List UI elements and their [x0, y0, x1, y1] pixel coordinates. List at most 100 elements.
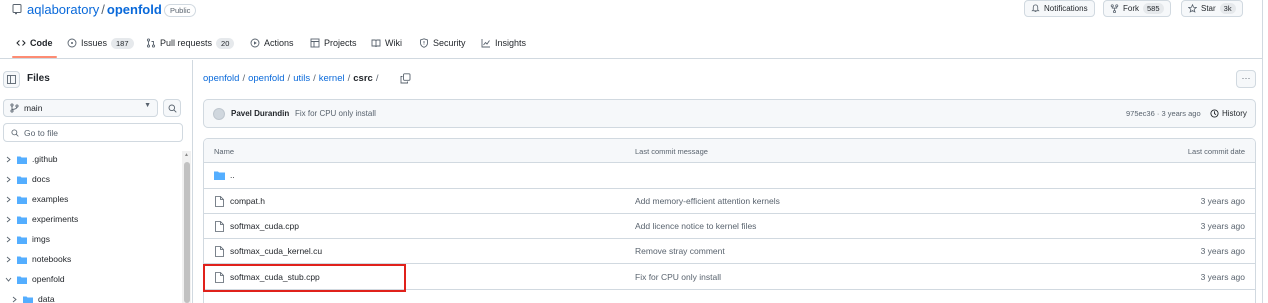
tab-pull-requests[interactable]: Pull requests 20: [146, 34, 235, 52]
tab-actions-label: Actions: [264, 38, 294, 48]
tab-projects[interactable]: Projects: [310, 34, 357, 52]
star-button[interactable]: Star 3k: [1181, 0, 1243, 17]
folder-icon: [23, 296, 33, 303]
tree-item-label: docs: [32, 174, 50, 184]
chevron-right-icon: [12, 296, 17, 303]
breadcrumb-link-repo[interactable]: openfold: [203, 73, 239, 84]
breadcrumb-link-utils[interactable]: utils: [293, 73, 310, 84]
search-files-button[interactable]: [163, 99, 181, 117]
avatar[interactable]: [213, 108, 225, 120]
breadcrumb-link-kernel[interactable]: kernel: [319, 73, 345, 84]
tree-item-label: openfold: [32, 274, 65, 284]
file-commit-message[interactable]: Remove stray comment: [635, 246, 725, 256]
tree-item-label: data: [38, 294, 55, 303]
copy-path-icon[interactable]: [400, 73, 411, 84]
tree-item-imgs[interactable]: imgs: [0, 231, 180, 251]
chevron-down-icon: [5, 277, 12, 282]
file-name-link[interactable]: softmax_cuda_kernel.cu: [230, 246, 322, 256]
file-icon: [215, 196, 224, 207]
caret-down-icon: ▼: [144, 102, 151, 109]
table-row[interactable]: compat.h Add memory-efficient attention …: [204, 189, 1255, 214]
commit-hash-time[interactable]: 975ec36 · 3 years ago: [1126, 109, 1201, 118]
breadcrumb-link-openfold[interactable]: openfold: [248, 73, 284, 84]
folder-icon: [17, 196, 27, 204]
tab-issues[interactable]: Issues 187: [67, 34, 134, 52]
branch-name: main: [24, 103, 43, 113]
repo-header: aqlaboratory / openfold Public Notificatio…: [0, 0, 1268, 24]
scroll-up-arrow-icon[interactable]: ▲: [184, 152, 189, 158]
highlight-box: [203, 264, 406, 292]
tab-issues-label: Issues: [81, 38, 108, 48]
history-button[interactable]: History: [1210, 109, 1247, 118]
notifications-button[interactable]: Notifications: [1024, 0, 1095, 17]
table-row[interactable]: softmax_cuda.cpp Add licence notice to k…: [204, 214, 1255, 239]
tab-issues-count: 187: [111, 37, 134, 49]
file-name-link[interactable]: compat.h: [230, 196, 265, 206]
tree-item-experiments[interactable]: experiments: [0, 211, 180, 231]
book-icon: [371, 39, 381, 48]
visibility-badge: Public: [164, 4, 197, 17]
active-tab-indicator: [12, 56, 57, 58]
pull-request-icon: [146, 38, 156, 48]
repo-nav-tabs: Code Issues 187 Pull requests 20 Actions…: [0, 24, 1262, 59]
tree-item-openfold[interactable]: openfold: [0, 271, 180, 291]
tree-item-label: .github: [32, 154, 58, 164]
repo-icon: [12, 4, 22, 15]
tab-code-label: Code: [30, 38, 53, 48]
column-header-date: Last commit date: [1187, 147, 1245, 156]
tab-security[interactable]: Security: [419, 34, 466, 52]
table-row-parent-dir[interactable]: ..: [204, 163, 1255, 189]
tab-pull-requests-count: 20: [216, 37, 235, 49]
window-right-border: [1262, 0, 1268, 303]
file-commit-message[interactable]: Add memory-efficient attention kernels: [635, 196, 780, 206]
more-options-button[interactable]: ···: [1236, 70, 1256, 88]
tree-item-github[interactable]: .github: [0, 151, 180, 171]
fork-label: Fork: [1123, 4, 1139, 13]
bell-icon: [1031, 4, 1040, 13]
chevron-right-icon: [6, 236, 11, 243]
breadcrumb-separator: /: [347, 73, 351, 84]
chevron-right-icon: [6, 216, 11, 223]
breadcrumb-separator: /: [313, 73, 316, 84]
tree-item-label: experiments: [32, 214, 79, 224]
tree-item-label: imgs: [32, 234, 50, 244]
breadcrumb-current: csrc: [353, 73, 373, 84]
tab-wiki-label: Wiki: [385, 38, 402, 48]
repo-owner-link[interactable]: aqlaboratory: [27, 2, 99, 17]
tree-item-notebooks[interactable]: notebooks: [0, 251, 180, 271]
go-to-file-field[interactable]: [3, 123, 183, 142]
fork-button[interactable]: Fork 585: [1103, 0, 1171, 17]
tab-code[interactable]: Code: [16, 34, 53, 52]
breadcrumb-separator: /: [287, 73, 291, 84]
file-tree-sidebar: Files main ▼ ▲ .github docs examples exp…: [0, 60, 193, 303]
file-commit-message[interactable]: Fix for CPU only install: [635, 272, 721, 282]
table-row[interactable]: softmax_cuda_kernel.cu Remove stray comm…: [204, 239, 1255, 264]
tab-wiki[interactable]: Wiki: [371, 34, 402, 52]
history-icon: [1210, 109, 1219, 118]
file-name-link[interactable]: softmax_cuda.cpp: [230, 221, 299, 231]
commit-message[interactable]: Fix for CPU only install: [295, 109, 376, 118]
tree-item-docs[interactable]: docs: [0, 171, 180, 191]
tree-item-data[interactable]: data: [6, 291, 186, 303]
collapse-sidebar-button[interactable]: [3, 71, 20, 88]
repo-title-separator: /: [101, 2, 105, 17]
repo-name-link[interactable]: openfold: [107, 2, 162, 17]
tree-item-examples[interactable]: examples: [0, 191, 180, 211]
chevron-right-icon: [6, 256, 11, 263]
folder-icon: [17, 256, 27, 264]
go-to-file-input[interactable]: [24, 126, 174, 139]
table-header: Name Last commit message Last commit dat…: [204, 139, 1255, 163]
file-commit-message[interactable]: Add licence notice to kernel files: [635, 221, 756, 231]
tab-insights[interactable]: Insights: [481, 34, 526, 52]
branch-selector[interactable]: main ▼: [3, 99, 158, 117]
commit-author[interactable]: Pavel Durandin: [231, 109, 289, 118]
parent-directory-link[interactable]: ..: [230, 170, 235, 180]
column-header-message: Last commit message: [635, 147, 708, 156]
branch-icon: [10, 103, 19, 113]
breadcrumb: openfold / openfold / utils / kernel / c…: [203, 73, 378, 84]
star-label: Star: [1201, 4, 1216, 13]
sidebar-scrollbar-thumb[interactable]: [184, 162, 190, 303]
fork-count: 585: [1143, 3, 1164, 14]
column-header-name: Name: [214, 147, 235, 156]
tab-actions[interactable]: Actions: [250, 34, 294, 52]
